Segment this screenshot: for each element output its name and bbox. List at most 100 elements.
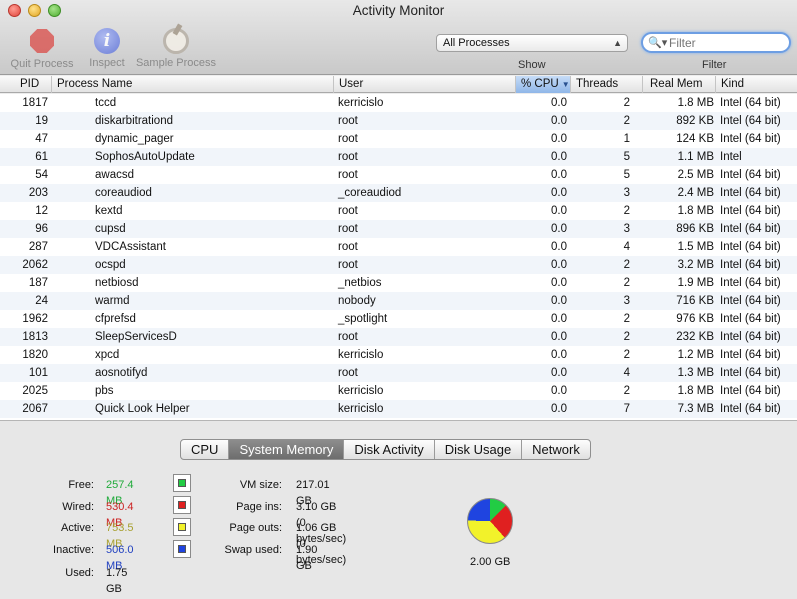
user-cell: root — [338, 115, 358, 127]
table-row[interactable]: 2062 ocspd root 0.0 2 3.2 MB Intel (64 bit) — [0, 256, 797, 274]
active-color-swatch[interactable] — [173, 518, 191, 536]
table-row[interactable]: 12 kextd root 0.0 2 1.8 MB Intel (64 bit) — [0, 202, 797, 220]
tab-disk-usage[interactable]: Disk Usage — [435, 440, 523, 459]
real-mem-cell: 1.3 MB — [677, 367, 714, 379]
pid-cell: 54 — [35, 169, 48, 181]
wired-color-swatch[interactable] — [173, 496, 191, 514]
tab-system-memory[interactable]: System Memory — [229, 440, 345, 459]
cpu-cell: 0.0 — [551, 385, 567, 397]
cpu-cell: 0.0 — [551, 277, 567, 289]
cpu-cell: 0.0 — [551, 97, 567, 109]
kind-cell: Intel (64 bit) — [720, 241, 781, 253]
process-name-cell: Quick Look Helper — [95, 403, 190, 415]
cpu-cell: 0.0 — [551, 367, 567, 379]
user-cell: kerricislo — [338, 403, 384, 415]
kind-cell: Intel (64 bit) — [720, 205, 781, 217]
kind-cell: Intel (64 bit) — [720, 295, 781, 307]
pid-cell: 1820 — [22, 349, 48, 361]
table-row[interactable]: 1820 xpcd kerricislo 0.0 2 1.2 MB Intel (64 bi… — [0, 346, 797, 364]
show-processes-select[interactable]: All Processes ▲ — [436, 34, 628, 52]
table-row[interactable]: 101 aosnotifyd root 0.0 4 1.3 MB Intel (64 bit… — [0, 364, 797, 382]
real-mem-cell: 1.9 MB — [677, 277, 714, 289]
process-name-cell: dynamic_pager — [95, 133, 174, 145]
sample-process-button[interactable]: Sample Process — [134, 28, 218, 69]
show-select-value: All Processes — [443, 37, 510, 49]
table-row[interactable]: 24 warmd nobody 0.0 3 716 KB Intel (64 bit) — [0, 292, 797, 310]
vm-size-label: VM size: — [239, 479, 282, 491]
info-icon: i — [94, 28, 120, 54]
column-header-cpu[interactable]: % CPU ▼ — [516, 76, 571, 93]
user-cell: root — [338, 151, 358, 163]
process-name-cell: cupsd — [95, 223, 126, 235]
table-row[interactable]: 61 SophosAutoUpdate root 0.0 5 1.1 MB Intel — [0, 148, 797, 166]
tab-disk-activity[interactable]: Disk Activity — [344, 440, 435, 459]
cpu-cell: 0.0 — [551, 241, 567, 253]
process-name-cell: SophosAutoUpdate — [95, 151, 195, 163]
page-ins-label: Page ins: — [236, 501, 282, 513]
user-cell: root — [338, 331, 358, 343]
user-cell: kerricislo — [338, 349, 384, 361]
pid-cell: 47 — [35, 133, 48, 145]
filter-label: Filter — [702, 59, 727, 71]
table-row[interactable]: 1813 SleepServicesD root 0.0 2 232 KB Intel (6… — [0, 328, 797, 346]
table-row[interactable]: 187 netbiosd _netbios 0.0 2 1.9 MB Intel (64 b… — [0, 274, 797, 292]
real-mem-cell: 124 KB — [676, 133, 714, 145]
cpu-cell: 0.0 — [551, 151, 567, 163]
memory-used-label: Used: — [65, 567, 94, 579]
table-row[interactable]: 287 VDCAssistant root 0.0 4 1.5 MB Intel (64 b… — [0, 238, 797, 256]
filter-input[interactable] — [669, 35, 784, 50]
threads-cell: 2 — [623, 313, 630, 325]
table-row[interactable]: 96 cupsd root 0.0 3 896 KB Intel (64 bit) — [0, 220, 797, 238]
inactive-color-swatch[interactable] — [173, 540, 191, 558]
table-row[interactable]: 47 dynamic_pager root 0.0 1 124 KB Intel (64 b… — [0, 130, 797, 148]
quit-process-button[interactable]: Quit Process — [8, 28, 76, 70]
user-cell: root — [338, 259, 358, 271]
threads-cell: 2 — [623, 331, 630, 343]
memory-wired-label: Wired: — [62, 501, 94, 513]
toolbar: Activity Monitor Quit Process i Inspect … — [0, 0, 797, 75]
kind-cell: Intel (64 bit) — [720, 115, 781, 127]
swap-used-label: Swap used: — [224, 544, 282, 556]
column-header-real-mem[interactable]: Real Mem — [643, 76, 716, 93]
real-mem-cell: 1.1 MB — [677, 151, 714, 163]
pid-cell: 19 — [35, 115, 48, 127]
tab-cpu[interactable]: CPU — [181, 440, 230, 459]
inspect-button[interactable]: i Inspect — [72, 28, 142, 69]
process-name-cell: ocspd — [95, 259, 126, 271]
kind-cell: Intel (64 bit) — [720, 169, 781, 181]
column-header-user[interactable]: User — [334, 76, 516, 93]
column-header-kind[interactable]: Kind — [716, 76, 797, 93]
table-row[interactable]: 203 coreaudiod _coreaudiod 0.0 3 2.4 MB Intel … — [0, 184, 797, 202]
user-cell: _coreaudiod — [338, 187, 402, 199]
kind-cell: Intel (64 bit) — [720, 133, 781, 145]
filter-search-field[interactable]: 🔍▾ — [641, 32, 791, 53]
user-cell: root — [338, 133, 358, 145]
kind-cell: Intel (64 bit) — [720, 331, 781, 343]
process-name-cell: tccd — [95, 97, 117, 109]
column-header-process-name[interactable]: Process Name — [52, 76, 334, 93]
kind-cell: Intel (64 bit) — [720, 385, 781, 397]
table-row[interactable]: 2067 Quick Look Helper kerricislo 0.0 7 7.3 M… — [0, 400, 797, 418]
tab-network[interactable]: Network — [522, 440, 590, 459]
threads-cell: 4 — [623, 367, 630, 379]
table-row[interactable]: 1817 tccd kerricislo 0.0 2 1.8 MB Intel (64 bi… — [0, 94, 797, 112]
kind-cell: Intel (64 bit) — [720, 223, 781, 235]
table-row[interactable]: 54 awacsd root 0.0 5 2.5 MB Intel (64 bit) — [0, 166, 797, 184]
threads-cell: 3 — [623, 223, 630, 235]
memory-total-label: 2.00 GB — [470, 556, 511, 568]
process-name-cell: netbiosd — [95, 277, 139, 289]
table-row[interactable]: 19 diskarbitrationd root 0.0 2 892 KB Intel (6… — [0, 112, 797, 130]
user-cell: nobody — [338, 295, 376, 307]
table-row[interactable]: 2025 pbs kerricislo 0.0 2 1.8 MB Intel (64 bit… — [0, 382, 797, 400]
column-header-threads[interactable]: Threads — [571, 76, 643, 93]
process-name-cell: awacsd — [95, 169, 134, 181]
table-row[interactable]: 1962 cfprefsd _spotlight 0.0 2 976 KB Intel (6… — [0, 310, 797, 328]
real-mem-cell: 3.2 MB — [677, 259, 714, 271]
threads-cell: 5 — [623, 169, 630, 181]
process-table[interactable]: 1817 tccd kerricislo 0.0 2 1.8 MB Intel (64 bi… — [0, 94, 797, 420]
pid-cell: 2025 — [22, 385, 48, 397]
column-header-pid[interactable]: PID — [0, 76, 52, 93]
free-color-swatch[interactable] — [173, 474, 191, 492]
real-mem-cell: 2.5 MB — [677, 169, 714, 181]
page-outs-label: Page outs: — [229, 522, 282, 534]
